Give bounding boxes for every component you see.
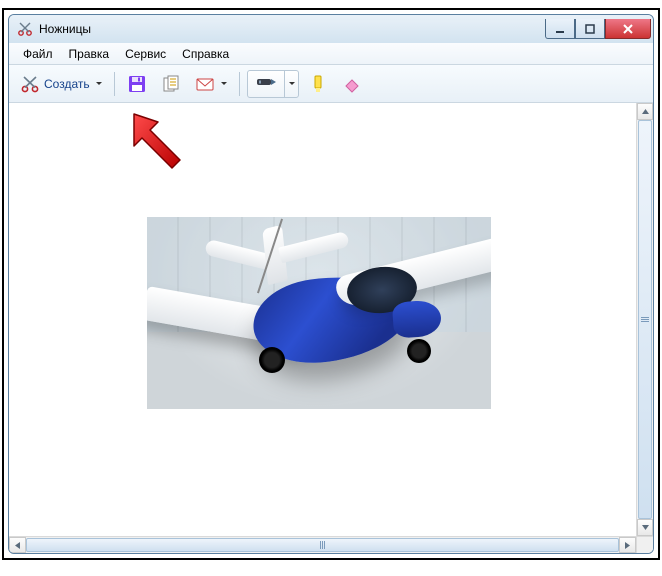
scroll-thumb[interactable]: [26, 538, 619, 552]
scroll-right-button[interactable]: [619, 537, 636, 553]
separator: [114, 72, 115, 96]
scroll-left-button[interactable]: [9, 537, 26, 553]
copy-button[interactable]: [156, 70, 186, 98]
save-button[interactable]: [122, 70, 152, 98]
scroll-thumb[interactable]: [638, 120, 652, 519]
maximize-button[interactable]: [575, 19, 605, 39]
snip-canvas[interactable]: [9, 103, 636, 536]
new-snip-label: Создать: [44, 77, 90, 91]
titlebar[interactable]: Ножницы: [9, 15, 653, 43]
window-title: Ножницы: [39, 22, 91, 36]
send-button[interactable]: [190, 70, 232, 98]
captured-image: [147, 217, 491, 409]
eraser-tool[interactable]: [337, 70, 367, 98]
copy-icon: [161, 74, 181, 94]
pen-icon: [255, 72, 277, 95]
eraser-icon: [342, 74, 362, 94]
scroll-up-button[interactable]: [637, 103, 653, 120]
vertical-scrollbar[interactable]: [636, 103, 653, 536]
scroll-corner: [636, 537, 653, 553]
new-snip-button[interactable]: Создать: [15, 70, 107, 98]
highlighter-icon: [308, 74, 328, 94]
chevron-down-icon: [289, 82, 295, 85]
menubar: Файл Правка Сервис Справка: [9, 43, 653, 65]
content-area: [9, 103, 653, 536]
toolbar: Создать: [9, 65, 653, 103]
minimize-button[interactable]: [545, 19, 575, 39]
scissors-icon: [20, 74, 40, 94]
instruction-border: Ножницы Файл Правка Сервис Справка: [2, 8, 660, 560]
pen-dropdown[interactable]: [284, 71, 298, 97]
menu-tools[interactable]: Сервис: [117, 45, 174, 63]
highlighter-tool[interactable]: [303, 70, 333, 98]
horizontal-scrollbar[interactable]: [9, 536, 653, 553]
separator: [239, 72, 240, 96]
menu-edit[interactable]: Правка: [61, 45, 118, 63]
app-icon: [17, 21, 33, 37]
pen-tool[interactable]: [247, 70, 299, 98]
envelope-icon: [195, 74, 215, 94]
menu-help[interactable]: Справка: [174, 45, 237, 63]
snipping-tool-window: Ножницы Файл Правка Сервис Справка: [8, 14, 654, 554]
close-button[interactable]: [605, 19, 651, 39]
floppy-icon: [127, 74, 147, 94]
menu-file[interactable]: Файл: [15, 45, 61, 63]
scroll-down-button[interactable]: [637, 519, 653, 536]
chevron-down-icon: [96, 82, 102, 85]
chevron-down-icon: [221, 82, 227, 85]
